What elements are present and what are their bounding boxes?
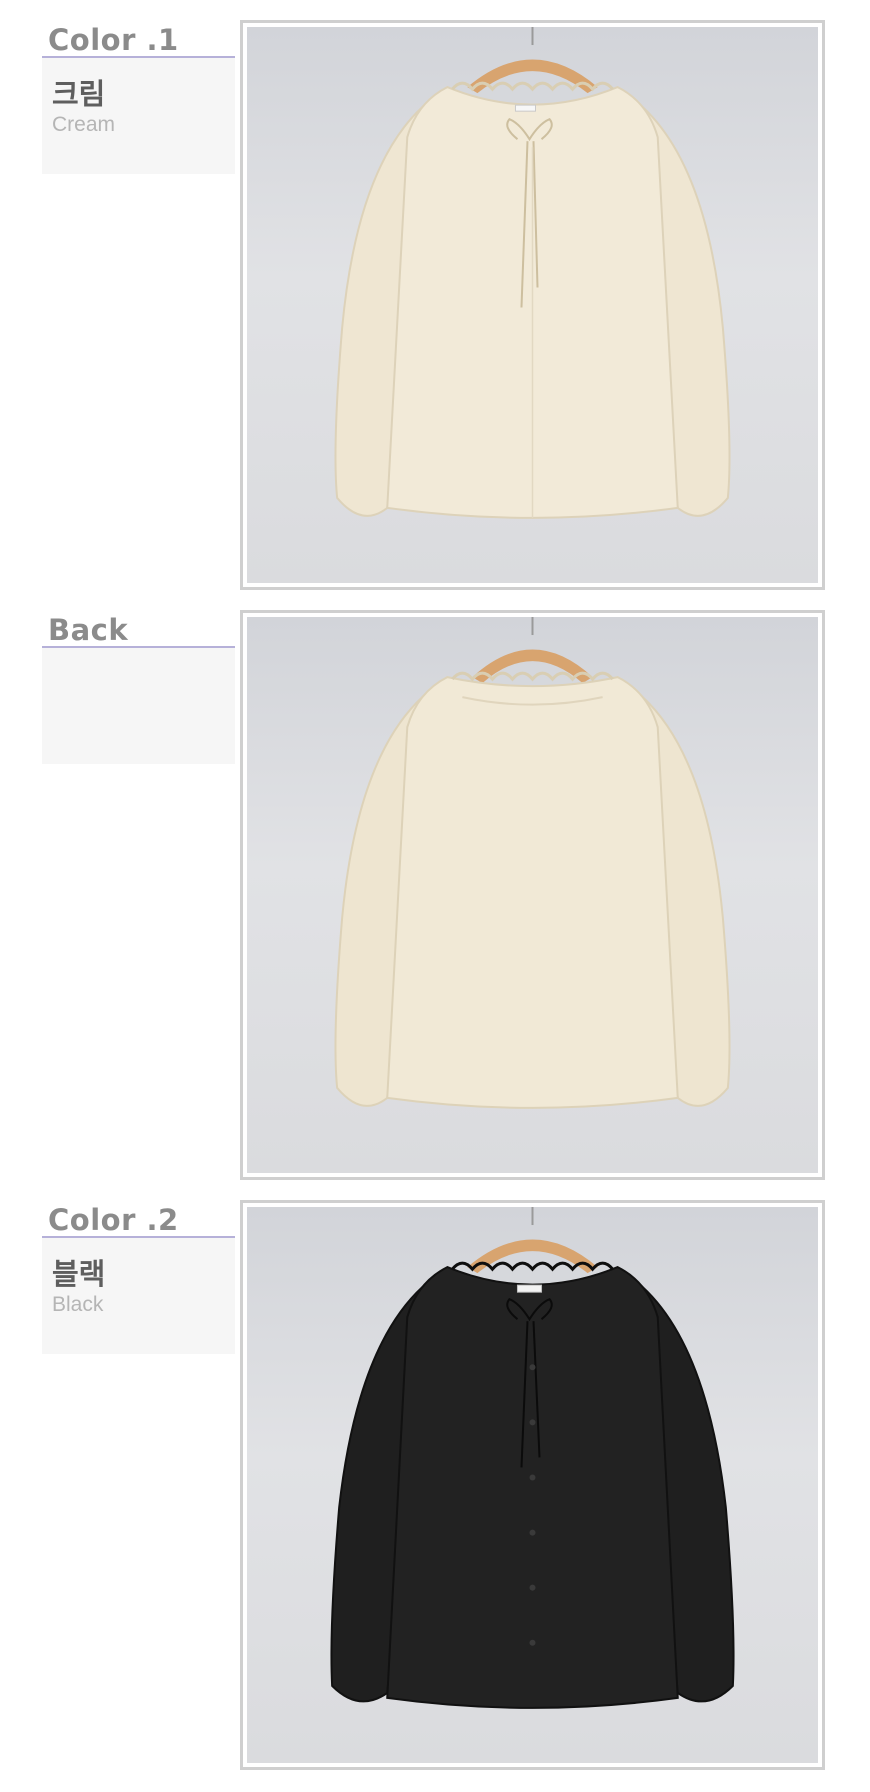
blouse-illustration bbox=[334, 27, 731, 519]
color-2-section: Color .2 블랙 Black bbox=[0, 1200, 870, 1770]
product-photo-black-front bbox=[247, 1207, 818, 1763]
color-1-section: Color .1 크림 Cream bbox=[0, 20, 870, 590]
product-photo-frame bbox=[240, 1200, 825, 1770]
color-label: Color .2 블랙 Black bbox=[42, 1200, 235, 1354]
color-label: Color .1 크림 Cream bbox=[42, 20, 235, 174]
color-name-panel: 크림 Cream bbox=[42, 58, 235, 174]
section-title: Color .1 bbox=[42, 20, 235, 58]
product-photo-cream-back bbox=[247, 617, 818, 1173]
product-photo-frame bbox=[240, 20, 825, 590]
back-section: Back bbox=[0, 610, 870, 1180]
color-name-english: Black bbox=[52, 1293, 104, 1316]
blouse-body bbox=[386, 676, 679, 1109]
product-photo-cream-front bbox=[247, 27, 818, 583]
neck-label-tag bbox=[514, 104, 537, 112]
color-name-panel: 블랙 Black bbox=[42, 1238, 235, 1354]
product-photo-frame bbox=[240, 610, 825, 1180]
color-name-panel bbox=[42, 648, 235, 764]
section-title: Back bbox=[42, 610, 235, 648]
color-name-english: Cream bbox=[52, 113, 116, 136]
color-name-korean: 블랙 bbox=[52, 1257, 106, 1291]
color-name-korean: 크림 bbox=[52, 77, 106, 111]
blouse-back-illustration bbox=[334, 617, 731, 1109]
section-title: Color .2 bbox=[42, 1200, 235, 1238]
blouse-black-illustration bbox=[330, 1207, 735, 1709]
back-label: Back bbox=[42, 610, 235, 764]
neck-label-tag bbox=[516, 1284, 543, 1293]
